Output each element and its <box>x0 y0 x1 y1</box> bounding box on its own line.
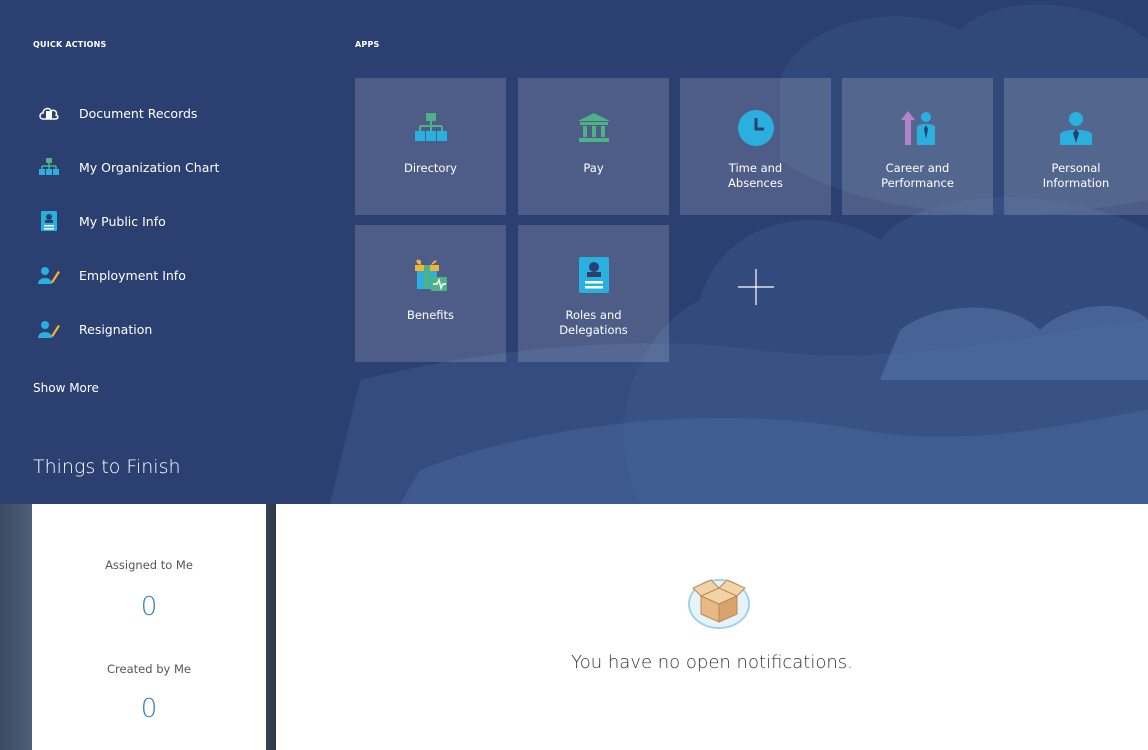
quick-action-resignation[interactable]: Resignation <box>38 302 219 356</box>
plus-icon <box>680 267 831 307</box>
created-by-me-label: Created by Me <box>107 662 191 676</box>
person-icon <box>1004 108 1148 148</box>
person-edit-icon <box>38 264 60 286</box>
app-tile-label: Time and Absences <box>728 161 783 190</box>
person-card-icon <box>38 210 60 232</box>
notifications-panel: You have no open notifications. <box>276 504 1148 750</box>
gift-icon <box>355 255 506 295</box>
quick-action-label: Resignation <box>79 321 153 337</box>
quick-actions-list: Document Records My Organization Chart M… <box>38 86 219 356</box>
task-counts-card: Assigned to Me 0 Created by Me 0 <box>32 504 266 750</box>
created-by-me-count[interactable]: 0 <box>32 694 266 724</box>
quick-action-employment-info[interactable]: Employment Info <box>38 248 219 302</box>
id-badge-icon <box>518 255 669 295</box>
app-tile-label: Directory <box>403 161 457 175</box>
app-tile-pay[interactable]: Pay <box>518 78 669 215</box>
open-box-icon <box>687 574 751 634</box>
quick-actions-heading: QUICK ACTIONS <box>33 40 107 49</box>
cloud-document-icon <box>38 102 60 124</box>
quick-action-label: Document Records <box>79 105 198 121</box>
org-chart-icon <box>38 156 60 178</box>
app-tile-label: Career and Performance <box>881 161 954 190</box>
things-to-finish-title: Things to Finish <box>33 456 181 478</box>
quick-action-public-info[interactable]: My Public Info <box>38 194 219 248</box>
no-notifications-message: You have no open notifications. <box>571 652 853 673</box>
person-edit-icon <box>38 318 60 340</box>
add-app-button[interactable] <box>680 225 831 362</box>
hero-section: QUICK ACTIONS APPS Document Records My O… <box>0 0 1148 504</box>
quick-action-org-chart[interactable]: My Organization Chart <box>38 140 219 194</box>
app-tile-time-and-absences[interactable]: Time and Absences <box>680 78 831 215</box>
career-growth-icon <box>842 108 993 148</box>
assigned-to-me-count[interactable]: 0 <box>32 592 266 622</box>
app-tile-label: Roles and Delegations <box>559 308 628 337</box>
apps-heading: APPS <box>355 40 380 49</box>
app-tile-label: Benefits <box>406 308 455 322</box>
assigned-to-me-label: Assigned to Me <box>105 558 193 572</box>
app-tile-roles-and-delegations[interactable]: Roles and Delegations <box>518 225 669 362</box>
quick-action-label: Employment Info <box>79 267 186 283</box>
app-tile-label: Pay <box>583 161 604 175</box>
bank-icon <box>518 108 669 148</box>
org-chart-icon <box>355 108 506 148</box>
quick-action-label: My Organization Chart <box>79 159 220 175</box>
app-tile-personal-information[interactable]: Personal Information <box>1004 78 1148 215</box>
show-more-link[interactable]: Show More <box>33 381 99 395</box>
app-tile-directory[interactable]: Directory <box>355 78 506 215</box>
quick-action-label: My Public Info <box>79 213 166 229</box>
clock-icon <box>680 108 831 148</box>
app-tile-career-and-performance[interactable]: Career and Performance <box>842 78 993 215</box>
app-tile-label: Personal Information <box>1042 161 1110 190</box>
app-tile-benefits[interactable]: Benefits <box>355 225 506 362</box>
quick-action-document-records[interactable]: Document Records <box>38 86 219 140</box>
